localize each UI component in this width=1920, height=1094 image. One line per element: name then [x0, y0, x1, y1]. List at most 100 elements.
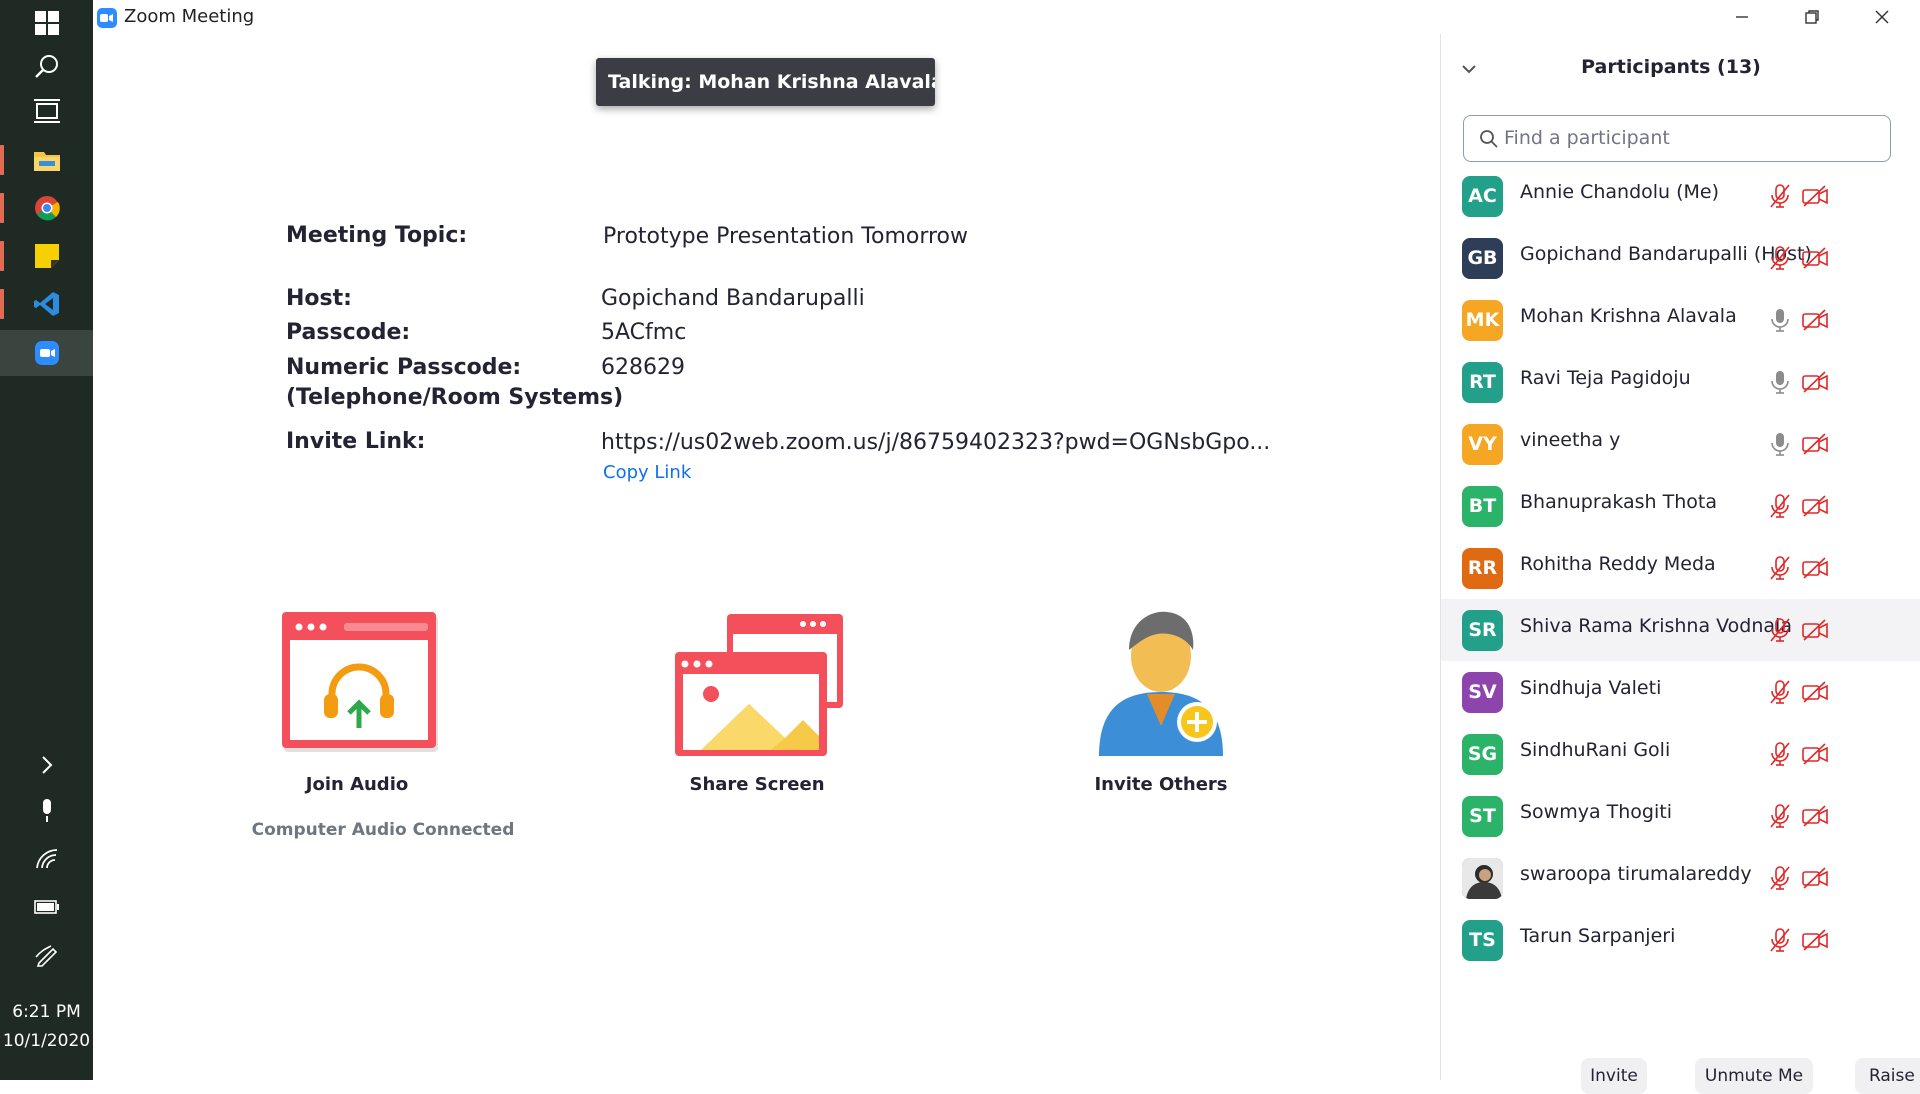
avatar: RR: [1462, 548, 1503, 589]
participant-row[interactable]: VY vineetha y: [1441, 413, 1920, 475]
participant-name: Tarun Sarpanjeri: [1520, 925, 1676, 947]
task-view-icon[interactable]: [0, 88, 93, 134]
meeting-topic-value: Prototype Presentation Tomorrow: [603, 224, 969, 249]
file-explorer-icon[interactable]: [0, 137, 93, 183]
numeric-passcode-label: Numeric Passcode:: [286, 355, 522, 380]
avatar: AC: [1462, 176, 1503, 217]
participant-row[interactable]: SG SindhuRani Goli: [1441, 723, 1920, 785]
sticky-notes-icon[interactable]: [0, 233, 93, 279]
unmute-me-button[interactable]: Unmute Me: [1695, 1058, 1813, 1094]
avatar: RT: [1462, 362, 1503, 403]
avatar: GB: [1462, 238, 1503, 279]
participant-row[interactable]: RT Ravi Teja Pagidoju: [1441, 351, 1920, 413]
participant-row[interactable]: swaroopa tirumalareddy: [1441, 847, 1920, 909]
microphone-icon[interactable]: [0, 788, 93, 834]
host-label: Host:: [286, 286, 352, 311]
invite-link-label: Invite Link:: [286, 429, 426, 454]
pen-icon[interactable]: [0, 932, 93, 978]
video-off-icon[interactable]: [1801, 680, 1829, 708]
participant-search-input[interactable]: [1504, 124, 1874, 152]
avatar: VY: [1462, 424, 1503, 465]
close-button[interactable]: [1847, 0, 1917, 34]
taskbar: 6:21 PM 10/1/2020: [0, 0, 93, 1080]
participant-row[interactable]: AC Annie Chandolu (Me): [1441, 165, 1920, 227]
join-audio-icon: [282, 612, 438, 752]
video-off-icon[interactable]: [1801, 246, 1829, 274]
talking-indicator: Talking: Mohan Krishna Alavala, R...: [596, 58, 935, 106]
join-audio-button[interactable]: Join Audio: [227, 612, 487, 802]
muted-microphone-icon[interactable]: [1769, 803, 1791, 833]
invite-others-button[interactable]: Invite Others: [1031, 606, 1291, 802]
muted-microphone-icon[interactable]: [1769, 183, 1791, 213]
video-off-icon[interactable]: [1801, 618, 1829, 646]
muted-microphone-icon[interactable]: [1769, 679, 1791, 709]
muted-microphone-icon[interactable]: [1769, 245, 1791, 275]
wifi-icon[interactable]: [0, 836, 93, 882]
participant-name: Sowmya Thogiti: [1520, 801, 1672, 823]
zoom-icon[interactable]: [0, 330, 93, 376]
video-off-icon[interactable]: [1801, 184, 1829, 212]
invite-others-label: Invite Others: [1094, 774, 1228, 795]
video-off-icon[interactable]: [1801, 866, 1829, 894]
muted-microphone-icon[interactable]: [1769, 555, 1791, 585]
chevron-right-icon[interactable]: [0, 742, 93, 788]
participant-row[interactable]: BT Bhanuprakash Thota: [1441, 475, 1920, 537]
participant-name: Shiva Rama Krishna Vodnala: [1520, 615, 1792, 637]
participant-search[interactable]: [1463, 115, 1891, 162]
muted-microphone-icon[interactable]: [1769, 617, 1791, 647]
windows-icon[interactable]: [0, 0, 93, 46]
participant-row[interactable]: TS Tarun Sarpanjeri: [1441, 909, 1920, 971]
participant-row[interactable]: MK Mohan Krishna Alavala: [1441, 289, 1920, 351]
microphone-icon[interactable]: [1769, 431, 1791, 461]
share-screen-label: Share Screen: [689, 774, 825, 795]
chrome-icon[interactable]: [0, 185, 93, 231]
muted-microphone-icon[interactable]: [1769, 865, 1791, 895]
join-audio-label: Join Audio: [305, 774, 409, 795]
video-off-icon[interactable]: [1801, 804, 1829, 832]
avatar: [1462, 858, 1503, 899]
search-icon[interactable]: [0, 44, 93, 90]
participants-title: Participants (13): [1581, 56, 1761, 78]
muted-microphone-icon[interactable]: [1769, 741, 1791, 771]
participant-name: Rohitha Reddy Meda: [1520, 553, 1716, 575]
video-off-icon[interactable]: [1801, 928, 1829, 956]
video-off-icon[interactable]: [1801, 742, 1829, 770]
numeric-passcode-value: 628629: [601, 355, 685, 380]
share-screen-button[interactable]: Share Screen: [627, 612, 887, 802]
video-off-icon[interactable]: [1801, 432, 1829, 460]
avatar: ST: [1462, 796, 1503, 837]
participants-panel: Participants (13) AC Annie Chandolu (Me) G…: [1440, 34, 1920, 1094]
battery-icon[interactable]: [0, 884, 93, 930]
avatar: SR: [1462, 610, 1503, 651]
avatar: MK: [1462, 300, 1503, 341]
microphone-icon[interactable]: [1769, 369, 1791, 399]
vscode-icon[interactable]: [0, 281, 93, 327]
copy-link[interactable]: Copy Link: [603, 462, 691, 483]
invite-link-value: https://us02web.zoom.us/j/86759402323?pw…: [601, 430, 1271, 455]
participant-row[interactable]: ST Sowmya Thogiti: [1441, 785, 1920, 847]
participant-row[interactable]: GB Gopichand Bandarupalli (Host): [1441, 227, 1920, 289]
taskbar-date[interactable]: 10/1/2020: [0, 1027, 93, 1056]
participant-row[interactable]: SV Sindhuja Valeti: [1441, 661, 1920, 723]
video-off-icon[interactable]: [1801, 370, 1829, 398]
restore-button[interactable]: [1777, 0, 1847, 34]
invite-button[interactable]: Invite: [1581, 1058, 1647, 1094]
muted-microphone-icon[interactable]: [1769, 927, 1791, 957]
video-off-icon[interactable]: [1801, 494, 1829, 522]
participant-row[interactable]: SR Shiva Rama Krishna Vodnala: [1441, 599, 1920, 661]
zoom-logo-icon: [97, 8, 117, 28]
minimize-button[interactable]: [1707, 0, 1777, 34]
video-off-icon[interactable]: [1801, 556, 1829, 584]
share-screen-icon: [675, 614, 843, 756]
avatar: SG: [1462, 734, 1503, 775]
microphone-icon[interactable]: [1769, 307, 1791, 337]
participant-name: Mohan Krishna Alavala: [1520, 305, 1737, 327]
raise-hand-button[interactable]: Raise Hand: [1855, 1058, 1920, 1094]
taskbar-time[interactable]: 6:21 PM: [0, 998, 93, 1027]
muted-microphone-icon[interactable]: [1769, 493, 1791, 523]
participant-row[interactable]: RR Rohitha Reddy Meda: [1441, 537, 1920, 599]
video-off-icon[interactable]: [1801, 308, 1829, 336]
meeting-topic-label: Meeting Topic:: [286, 223, 468, 248]
avatar: BT: [1462, 486, 1503, 527]
passcode-value: 5ACfmc: [601, 320, 687, 345]
